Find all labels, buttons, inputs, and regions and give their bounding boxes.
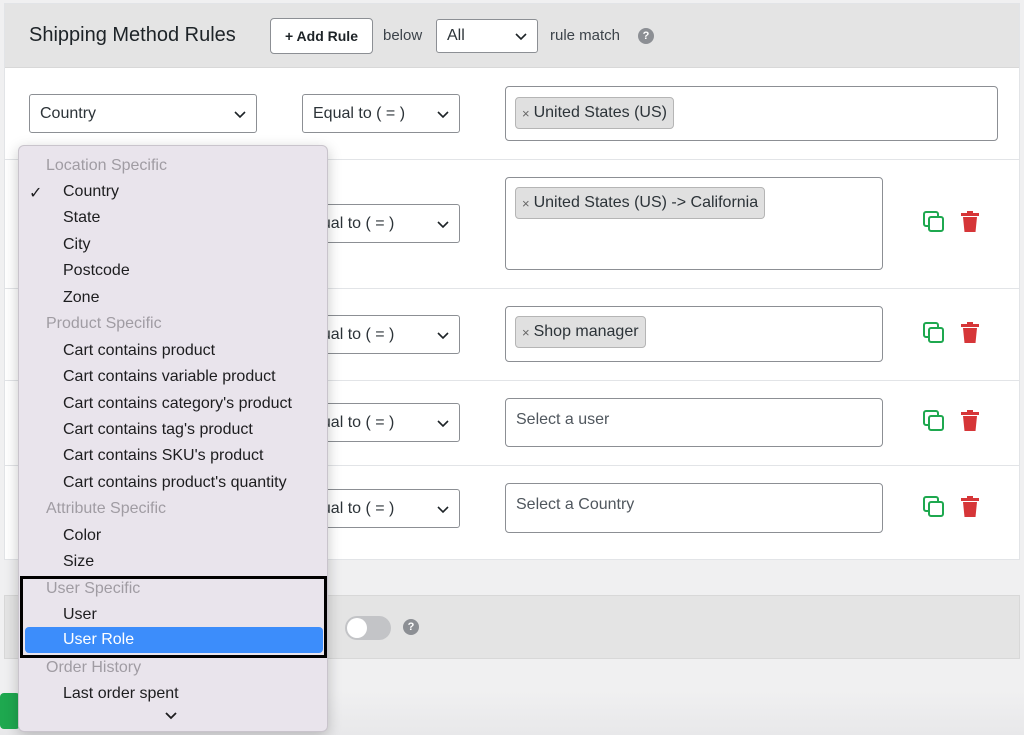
dropdown-option[interactable]: Country <box>63 183 119 201</box>
value-placeholder: Select a Country <box>516 496 635 513</box>
rule-match-label: rule match <box>550 27 621 44</box>
tag-remove-icon[interactable]: × <box>522 106 530 121</box>
chevron-down-icon <box>437 110 449 118</box>
check-icon: ✓ <box>29 185 43 202</box>
rule-field-select[interactable]: Country <box>29 94 257 133</box>
trash-icon[interactable] <box>957 494 983 520</box>
trash-icon[interactable] <box>957 408 983 434</box>
chevron-down-icon <box>437 505 449 513</box>
tag-remove-icon[interactable]: × <box>522 325 530 340</box>
option-toggle[interactable] <box>345 616 391 640</box>
chevron-down-icon <box>437 331 449 339</box>
rule-value-box[interactable]: Select a user <box>505 398 883 447</box>
chevron-down-icon <box>515 33 527 41</box>
rule-match-select[interactable]: All <box>436 19 538 53</box>
save-button-edge[interactable] <box>0 693 20 729</box>
value-tag: × Shop manager <box>515 316 646 348</box>
add-rule-button[interactable]: + Add Rule <box>270 18 373 54</box>
help-icon[interactable]: ? <box>638 28 654 44</box>
dropdown-option[interactable]: State <box>63 209 100 227</box>
dropdown-option[interactable]: Size <box>63 553 94 571</box>
value-placeholder: Select a user <box>516 411 610 428</box>
chevron-down-icon <box>437 419 449 427</box>
dropdown-option[interactable]: Zone <box>63 289 99 307</box>
rule-operator-value: Equal to ( = ) <box>313 104 406 122</box>
rule-field-value: Country <box>40 104 97 122</box>
annotation-highlight-box <box>20 576 327 658</box>
copy-icon[interactable] <box>921 320 947 346</box>
dropdown-group-label: Order History <box>46 659 142 676</box>
tag-remove-icon[interactable]: × <box>522 196 530 211</box>
rule-match-select-value: All <box>447 27 465 44</box>
rule-value-box[interactable]: × United States (US) <box>505 86 998 141</box>
copy-icon[interactable] <box>921 408 947 434</box>
rule-value-box[interactable]: Select a Country <box>505 483 883 533</box>
value-tag-label: United States (US) <box>533 104 667 121</box>
help-icon[interactable]: ? <box>403 619 419 635</box>
dropdown-option[interactable]: Cart contains tag's product <box>63 421 253 439</box>
chevron-down-icon <box>234 110 246 118</box>
dropdown-option[interactable]: Cart contains product <box>63 342 215 360</box>
value-tag-label: Shop manager <box>533 323 639 340</box>
copy-icon[interactable] <box>921 209 947 235</box>
trash-icon[interactable] <box>957 209 983 235</box>
dropdown-option[interactable]: Cart contains variable product <box>63 368 276 386</box>
value-tag: × United States (US) -> California <box>515 187 766 219</box>
value-tag-label: United States (US) -> California <box>533 194 759 211</box>
dropdown-option[interactable]: Cart contains category's product <box>63 395 292 413</box>
toggle-knob <box>347 618 367 638</box>
below-label: below <box>383 27 423 44</box>
trash-icon[interactable] <box>957 320 983 346</box>
rule-value-box[interactable]: × Shop manager <box>505 306 883 362</box>
copy-icon[interactable] <box>921 494 947 520</box>
dropdown-group-label: Attribute Specific <box>46 500 167 517</box>
value-tag: × United States (US) <box>515 97 674 129</box>
panel-header: Shipping Method Rules + Add Rule below A… <box>5 4 1019 68</box>
dropdown-option[interactable]: Color <box>63 527 101 545</box>
dropdown-option[interactable]: Postcode <box>63 262 130 280</box>
page-title: Shipping Method Rules <box>29 24 236 46</box>
rule-operator-select[interactable]: Equal to ( = ) <box>302 94 460 133</box>
rule-value-box[interactable]: × United States (US) -> California <box>505 177 883 270</box>
chevron-down-icon <box>437 220 449 228</box>
dropdown-option[interactable]: Last order spent <box>63 685 179 703</box>
dropdown-group-label: Location Specific <box>46 157 167 174</box>
dropdown-option[interactable]: City <box>63 236 91 254</box>
dropdown-option[interactable]: Cart contains product's quantity <box>63 474 287 492</box>
dropdown-group-label: Product Specific <box>46 315 162 332</box>
chevron-down-icon[interactable] <box>164 709 178 723</box>
dropdown-option[interactable]: Cart contains SKU's product <box>63 447 263 465</box>
